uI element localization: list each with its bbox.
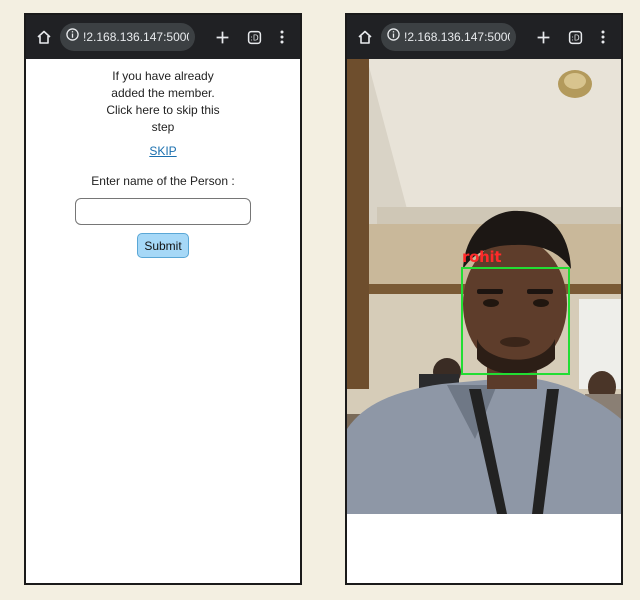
info-icon[interactable] [66,28,79,46]
name-label: Enter name of the Person : [91,174,235,188]
kebab-menu-icon[interactable] [272,27,292,47]
tabs-icon[interactable]: :D [565,27,585,47]
camera-feed: rohit [347,59,621,514]
browser-toolbar: !2.168.136.147:5000 :D [26,15,300,59]
address-bar[interactable]: !2.168.136.147:5000 [381,23,516,51]
home-icon[interactable] [355,27,375,47]
tabs-icon[interactable]: :D [244,27,264,47]
home-icon[interactable] [34,27,54,47]
info-icon[interactable] [387,28,400,46]
page-content: rohit [347,59,621,583]
phone-screen-right: !2.168.136.147:5000 :D rohit [345,13,623,585]
face-detection-box [461,267,570,375]
person-name-input[interactable] [75,198,251,225]
plus-icon[interactable] [533,27,553,47]
url-text: !2.168.136.147:5000 [83,30,189,44]
svg-text::D: :D [250,33,259,42]
url-text: !2.168.136.147:5000 [404,30,510,44]
phone-screen-left: !2.168.136.147:5000 :D If you have alrea… [24,13,302,585]
address-bar[interactable]: !2.168.136.147:5000 [60,23,195,51]
skip-message: If you have already added the member. Cl… [106,69,220,134]
kebab-menu-icon[interactable] [593,27,613,47]
page-content: If you have already added the member. Cl… [26,59,300,583]
face-detection-label: rohit [462,248,502,266]
plus-icon[interactable] [212,27,232,47]
browser-toolbar: !2.168.136.147:5000 :D [347,15,621,59]
submit-button[interactable]: Submit [137,233,189,258]
svg-text::D: :D [571,33,580,42]
skip-link[interactable]: SKIP [149,144,176,158]
